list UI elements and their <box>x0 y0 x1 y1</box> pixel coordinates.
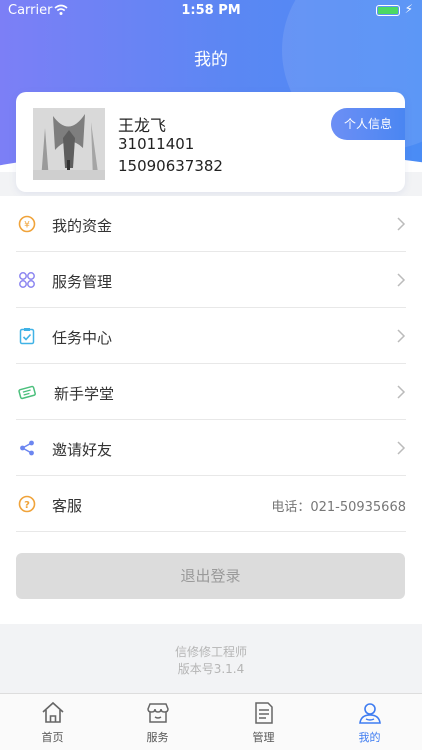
chevron-right-icon <box>396 383 406 401</box>
clipboard-check-icon <box>18 327 36 345</box>
menu-item-label: 我的资金 <box>52 217 113 235</box>
home-icon <box>40 700 66 726</box>
menu-item-customer-service[interactable]: ? 客服 电话：021-50935668 <box>16 476 406 532</box>
tab-home[interactable]: 首页 <box>0 694 105 750</box>
yuan-coin-icon: ¥ <box>18 215 36 233</box>
chevron-right-icon <box>396 439 406 457</box>
tab-label: 服务 <box>146 731 169 744</box>
tab-label: 我的 <box>358 731 381 744</box>
profile-name: 王龙飞 <box>118 116 167 135</box>
tab-service[interactable]: 服务 <box>105 694 210 750</box>
tab-label: 首页 <box>41 731 64 744</box>
share-icon <box>18 439 36 457</box>
service-phone[interactable]: 电话：021-50935668 <box>271 496 406 515</box>
menu-item-label: 新手学堂 <box>54 385 115 403</box>
menu-item-invite-friends[interactable]: 邀请好友 <box>16 420 406 476</box>
chevron-right-icon <box>396 271 406 289</box>
menu-item-label: 客服 <box>52 497 83 515</box>
profile-id: 31011401 <box>118 135 195 153</box>
status-time: 1:58 PM <box>181 3 241 18</box>
page-title: 我的 <box>194 50 228 70</box>
menu-item-task-center[interactable]: 任务中心 <box>16 308 406 364</box>
menu-item-funds[interactable]: ¥ 我的资金 <box>16 196 406 252</box>
version-label: 版本号3.1.4 <box>177 662 245 676</box>
battery-icon <box>376 5 400 16</box>
profile-card: 王龙飞 31011401 15090637382 个人信息 <box>16 92 405 192</box>
svg-text:?: ? <box>24 500 30 511</box>
question-circle-icon: ? <box>18 495 36 513</box>
app-name: 信修修工程师 <box>174 645 247 659</box>
grid-cluster-icon <box>18 271 36 289</box>
tab-mine[interactable]: 我的 <box>317 694 422 750</box>
tab-label: 管理 <box>252 731 275 744</box>
avatar[interactable] <box>33 108 105 180</box>
svg-text:¥: ¥ <box>24 221 30 231</box>
tab-management[interactable]: 管理 <box>211 694 316 750</box>
status-bar: Carrier 1:58 PM ⚡ <box>0 0 422 22</box>
menu-item-label: 任务中心 <box>52 329 113 347</box>
tab-bar: 首页 服务 管理 我的 <box>0 693 422 750</box>
chevron-right-icon <box>396 327 406 345</box>
menu-item-beginner-school[interactable]: 新手学堂 <box>16 364 406 420</box>
logout-button[interactable]: 退出登录 <box>16 553 405 599</box>
chevron-right-icon <box>396 215 406 233</box>
ticket-icon <box>18 383 36 401</box>
store-icon <box>145 700 171 726</box>
personal-info-button[interactable]: 个人信息 <box>331 108 405 140</box>
menu-item-service-management[interactable]: 服务管理 <box>16 252 406 308</box>
charging-icon: ⚡ <box>404 2 413 16</box>
profile-phone: 15090637382 <box>118 157 223 175</box>
menu-item-label: 服务管理 <box>52 273 113 291</box>
menu-item-label: 邀请好友 <box>52 441 113 459</box>
document-icon <box>251 700 277 726</box>
user-icon <box>357 700 383 726</box>
